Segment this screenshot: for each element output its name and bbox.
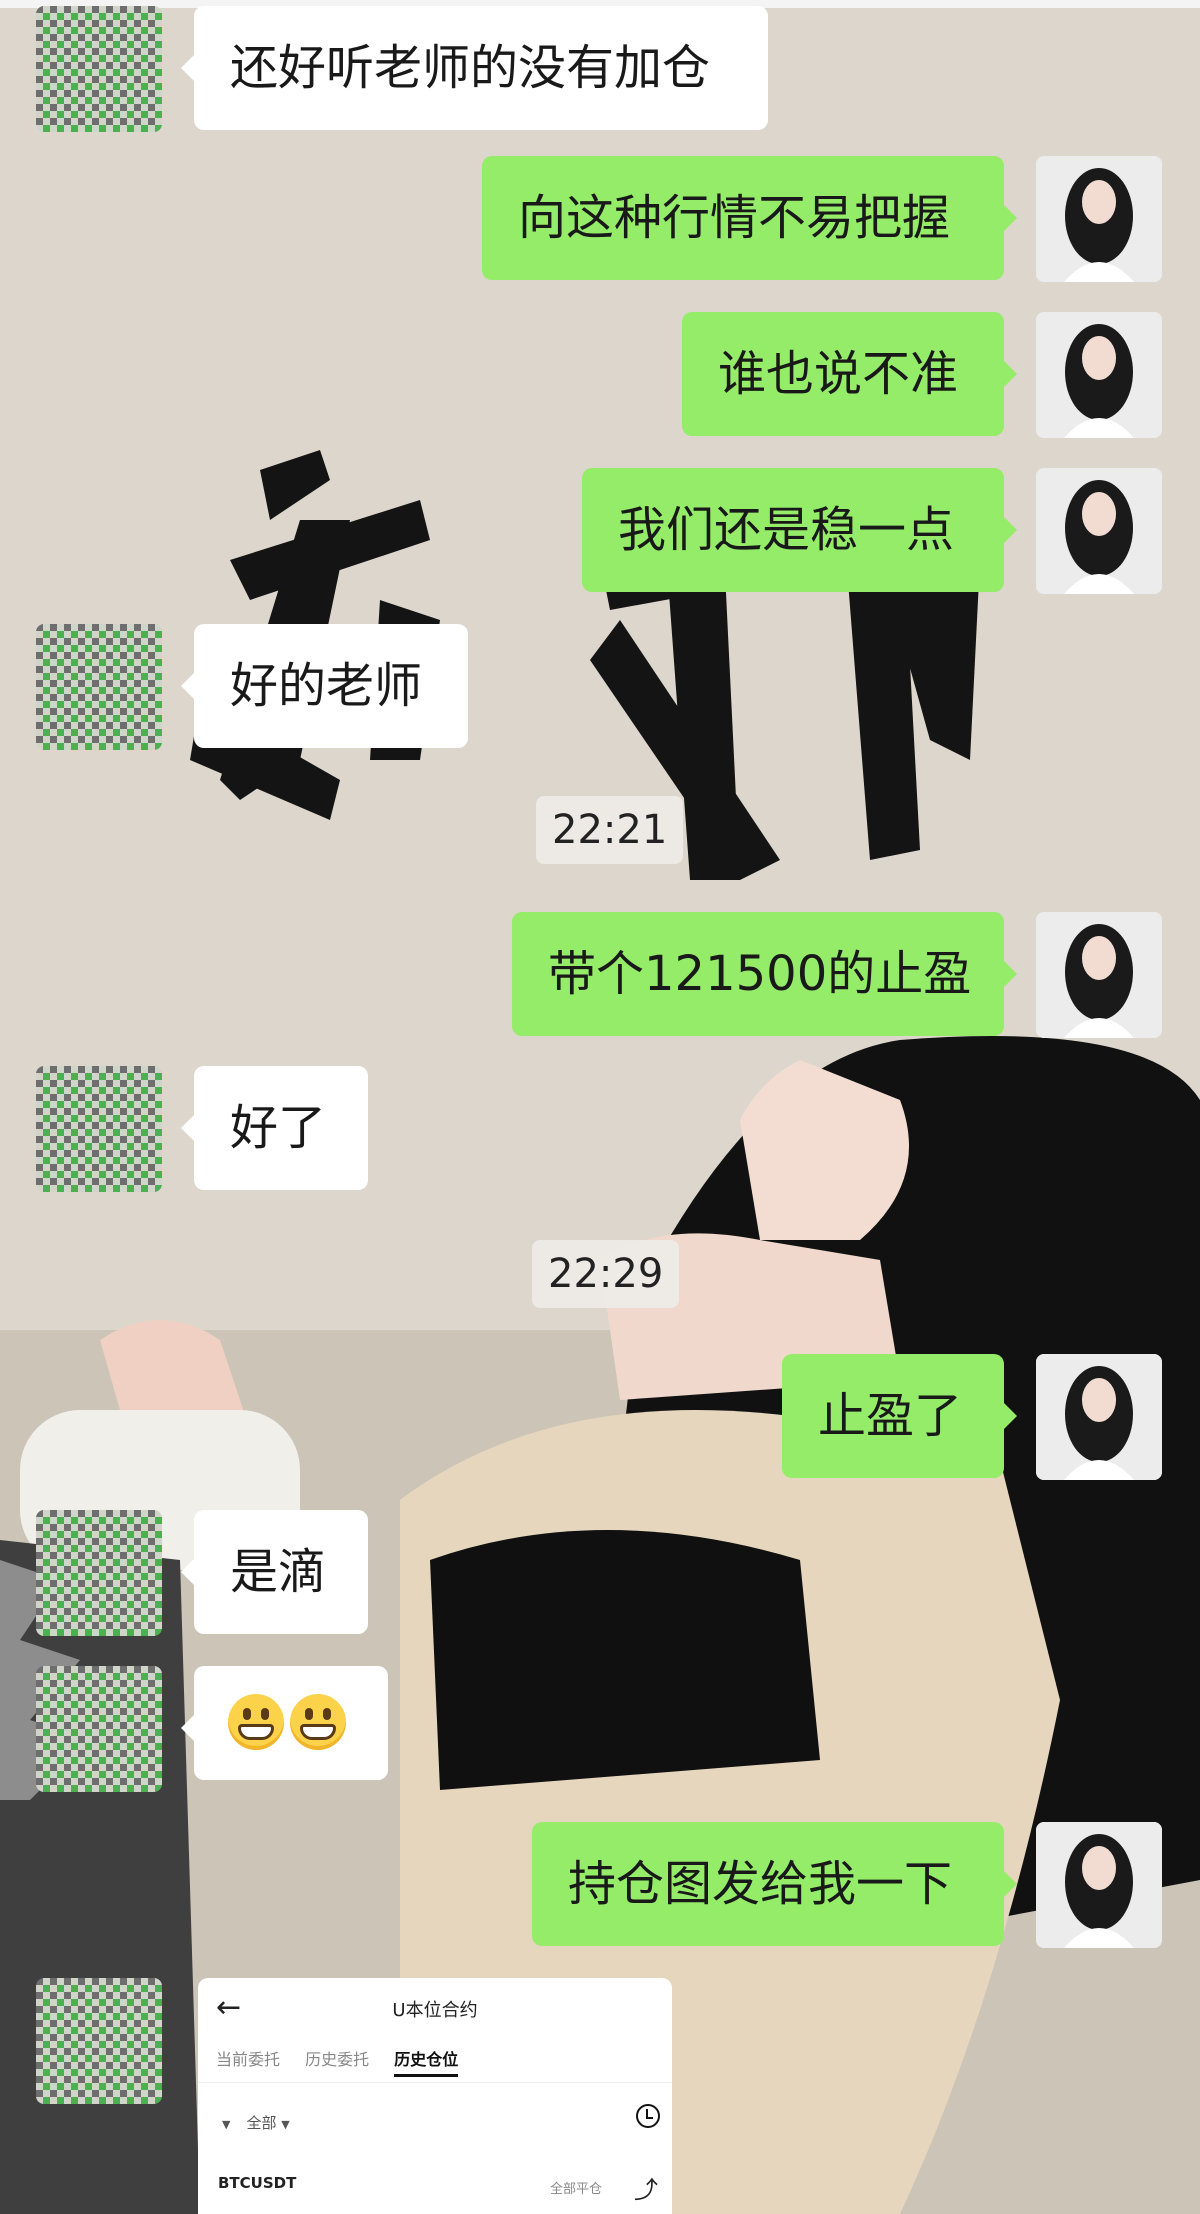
outgoing-message-bubble[interactable]: 持仓图发给我一下 [532, 1822, 1017, 1946]
caret-down-icon: ▼ [222, 2118, 231, 2131]
contact-avatar[interactable] [36, 1978, 162, 2104]
caret-down-icon: ▼ [281, 2118, 290, 2131]
screenshot-tabs: 当前委托 历史委托 历史仓位 [216, 2046, 478, 2077]
user-avatar[interactable] [1036, 1822, 1162, 1948]
user-avatar[interactable] [1036, 312, 1162, 438]
outgoing-message-bubble[interactable]: 向这种行情不易把握 [482, 156, 1017, 280]
clock-icon [636, 2104, 660, 2128]
timestamp: 22:21 [536, 796, 684, 864]
contact-avatar[interactable] [36, 1066, 162, 1192]
user-avatar[interactable] [1036, 156, 1162, 282]
timestamp: 22:29 [532, 1240, 680, 1308]
close-all-label: 全部平仓 [550, 2182, 603, 2197]
screenshot-title: U本位合约 [392, 2000, 478, 2021]
contact-avatar[interactable] [36, 624, 162, 750]
filter-dropdown: ▼ 全部 ▼ [222, 2114, 290, 2132]
outgoing-message-bubble[interactable]: 带个121500的止盈 [512, 912, 1017, 1036]
grinning-face-emoji [290, 1694, 346, 1750]
incoming-message-bubble[interactable]: 还好听老师的没有加仓 [181, 6, 768, 130]
symbol-label: BTCUSDT [218, 2174, 297, 2192]
tab-order-history: 历史委托 [305, 2050, 370, 2069]
user-avatar[interactable] [1036, 468, 1162, 594]
incoming-emoji-bubble[interactable] [181, 1666, 388, 1780]
user-avatar[interactable] [1036, 1354, 1162, 1480]
incoming-message-bubble[interactable]: 好了 [181, 1066, 368, 1190]
grinning-face-emoji [228, 1694, 284, 1750]
outgoing-message-bubble[interactable]: 止盈了 [782, 1354, 1017, 1478]
outgoing-message-bubble[interactable]: 我们还是稳一点 [582, 468, 1017, 592]
outgoing-message-bubble[interactable]: 谁也说不准 [682, 312, 1017, 436]
image-message-screenshot[interactable]: ← U本位合约 当前委托 历史委托 历史仓位 ▼ 全部 ▼ BTCUSDT 全部平… [198, 1978, 672, 2214]
share-icon: ⤴ [634, 2176, 658, 2204]
tab-current-orders: 当前委托 [216, 2050, 281, 2069]
incoming-message-bubble[interactable]: 好的老师 [181, 624, 468, 748]
incoming-message-bubble[interactable]: 是滴 [181, 1510, 368, 1634]
contact-avatar[interactable] [36, 6, 162, 132]
user-avatar[interactable] [1036, 912, 1162, 1038]
contact-avatar[interactable] [36, 1666, 162, 1792]
tab-position-history: 历史仓位 [394, 2046, 459, 2077]
contact-avatar[interactable] [36, 1510, 162, 1636]
divider [198, 2082, 672, 2083]
